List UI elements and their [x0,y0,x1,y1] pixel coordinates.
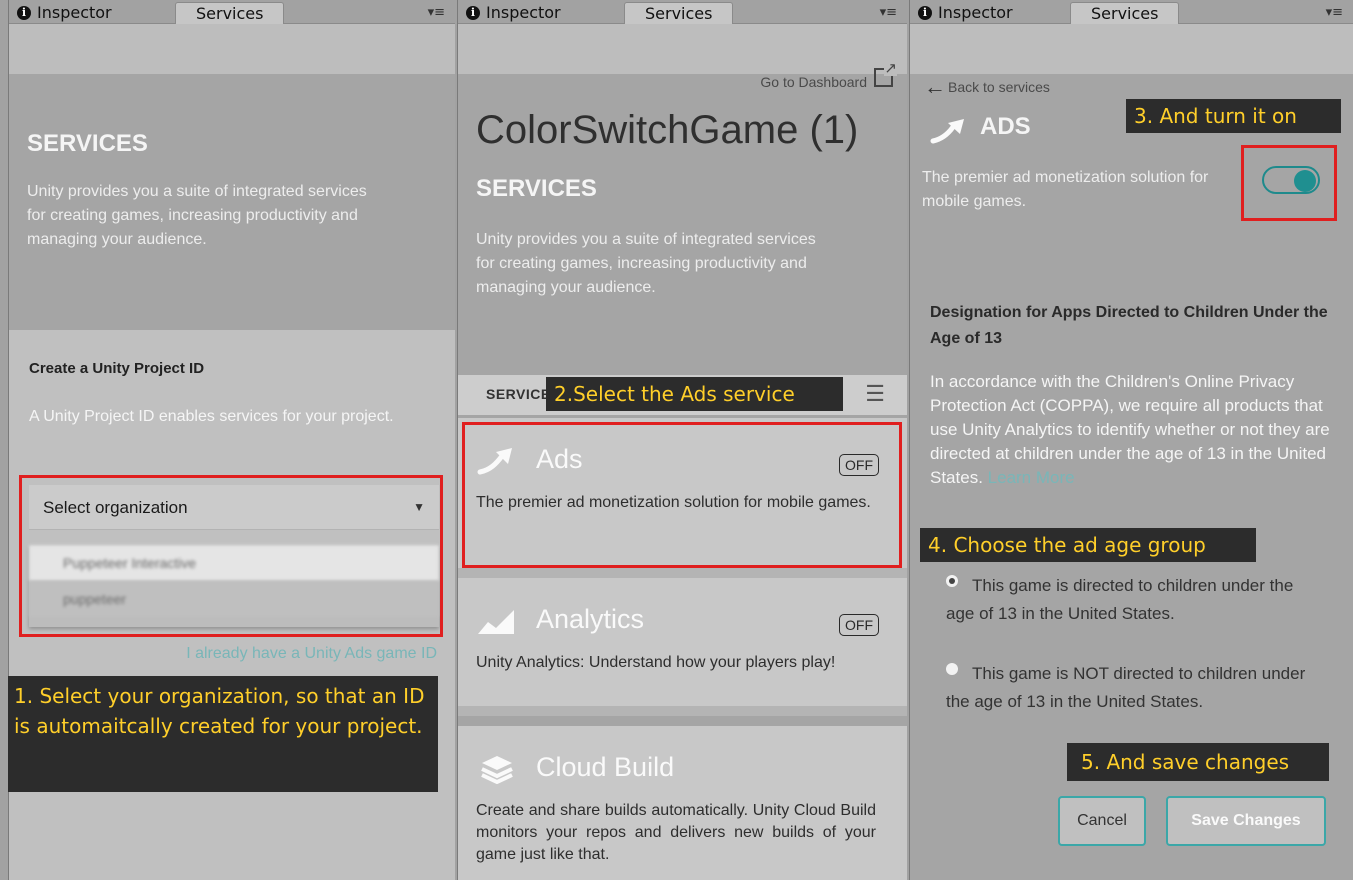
services-title: SERVICES [27,130,148,157]
panel-menu-icon[interactable]: ▾≡ [428,6,445,19]
ads-description: The premier ad monetization solution for… [922,169,1209,210]
radio-not-directed-label: This game is NOT directed to children un… [946,664,1306,711]
hamburger-icon[interactable]: ☰ [865,381,885,407]
save-changes-button[interactable]: Save Changes [1166,796,1326,846]
tab-bar: i Inspector Services ▾≡ [458,0,907,24]
services-title: SERVICES [476,175,597,202]
service-card-cloud-build[interactable]: Cloud Build Create and share builds auto… [458,726,907,880]
cancel-button[interactable]: Cancel [1058,796,1146,846]
service-description: Create and share builds automatically. U… [476,802,876,863]
tab-bar: i Inspector Services ▾≡ [9,0,455,24]
learn-more-link[interactable]: Learn More [988,468,1075,487]
tab-services-label: Services [196,4,264,23]
back-to-services-link[interactable]: ← Back to services [924,72,1050,99]
services-description: Unity provides you a suite of integrated… [476,231,816,296]
service-card-analytics[interactable]: Analytics OFF Unity Analytics: Understan… [458,578,907,716]
services-description: Unity provides you a suite of integrated… [27,183,367,248]
radio-unchecked-icon[interactable] [946,663,958,675]
external-link-icon[interactable] [874,61,897,87]
services-header: SERVICES Unity provides you a suite of i… [9,74,455,330]
tab-services[interactable]: Services [624,2,734,24]
tab-inspector-label: Inspector [938,3,1013,22]
back-label: Back to services [948,79,1050,95]
ads-icon [930,119,964,144]
ads-title: ADS [980,113,1031,140]
panel-menu-icon[interactable]: ▾≡ [880,6,897,19]
cloud-build-icon [481,756,513,784]
go-to-dashboard-link[interactable]: Go to Dashboard [760,74,867,90]
arrow-left-icon: ← [924,74,946,99]
tab-inspector[interactable]: i Inspector [466,2,561,24]
callout-step-3: 3. And turn it on [1126,99,1341,133]
tab-services[interactable]: Services [175,2,285,24]
service-description: Unity Analytics: Understand how your pla… [476,654,836,671]
highlight-box [1241,145,1337,221]
tab-services[interactable]: Services [1070,2,1180,24]
info-icon: i [918,6,932,20]
callout-step-5: 5. And save changes [1067,743,1329,781]
highlight-box [462,422,902,568]
highlight-box [19,475,443,637]
info-icon: i [466,6,480,20]
info-icon: i [17,6,31,20]
analytics-icon [478,610,514,634]
already-have-game-id-link[interactable]: I already have a Unity Ads game ID [186,645,437,663]
tab-services-label: Services [1091,4,1159,23]
callout-step-1: 1. Select your organization, so that an … [8,676,438,792]
tab-bar: i Inspector Services ▾≡ [910,0,1353,24]
services-panel-list: i Inspector Services ▾≡ Go to Dashboard … [457,0,907,880]
coppa-description: In accordance with the Children's Online… [930,370,1330,490]
tab-inspector[interactable]: i Inspector [918,2,1013,24]
callout-step-4: 4. Choose the ad age group [920,528,1256,562]
toolbar [9,24,455,74]
service-name: Analytics [536,604,645,634]
radio-not-directed-to-children[interactable]: This game is NOT directed to children un… [946,660,1326,716]
tab-inspector-label: Inspector [37,3,112,22]
service-name: Cloud Build [536,752,675,782]
coppa-title: Designation for Apps Directed to Childre… [930,304,1328,347]
create-project-title: Create a Unity Project ID [29,360,205,377]
project-title: ColorSwitchGame (1) [476,108,859,152]
service-status-toggle[interactable]: OFF [839,614,879,636]
tab-services-label: Services [645,4,713,23]
tab-inspector-label: Inspector [486,3,561,22]
tab-inspector[interactable]: i Inspector [17,2,112,24]
toolbar: ← Back to services [910,24,1353,99]
callout-step-2: 2.Select the Ads service [546,377,843,411]
toolbar: Go to Dashboard [458,24,907,90]
radio-checked-icon[interactable] [946,575,958,587]
services-list-label: SERVICE [486,386,551,402]
radio-directed-label: This game is directed to children under … [946,576,1294,623]
radio-directed-to-children[interactable]: This game is directed to children under … [946,572,1326,628]
panel-menu-icon[interactable]: ▾≡ [1326,6,1343,19]
create-project-description: A Unity Project ID enables services for … [29,408,394,425]
